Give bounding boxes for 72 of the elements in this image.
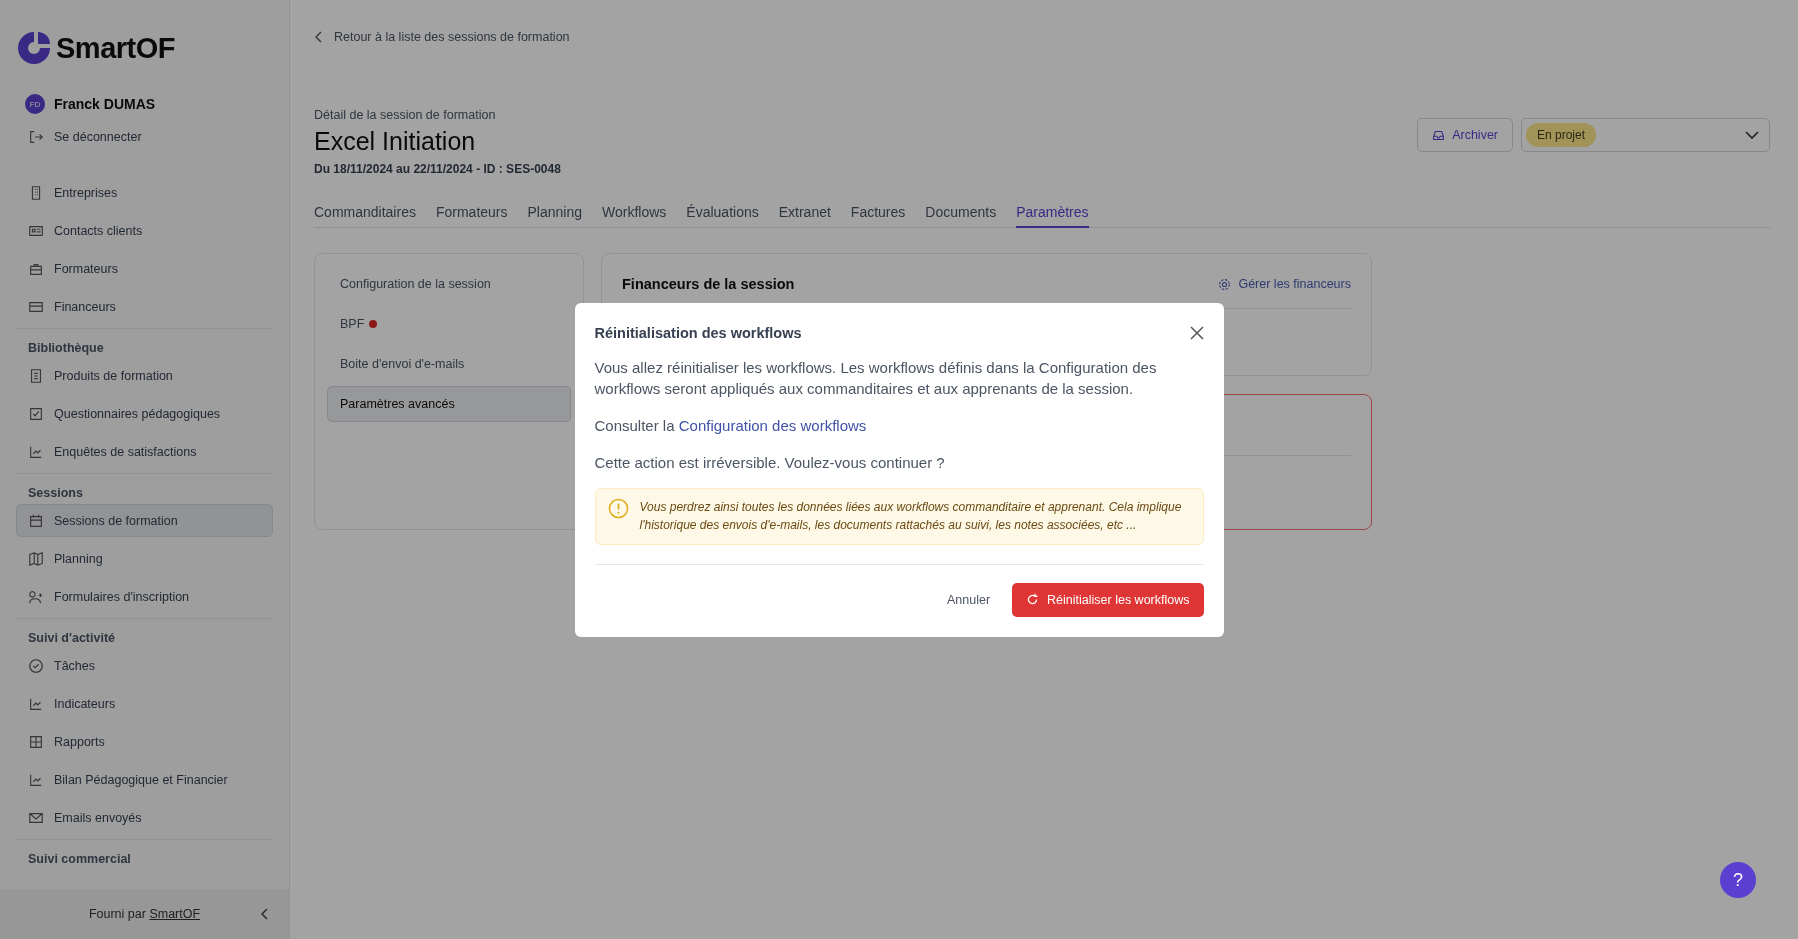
footer-text: Fourni par SmartOF xyxy=(88,907,201,921)
grid-icon xyxy=(28,733,44,750)
cancel-button[interactable]: Annuler xyxy=(941,584,997,615)
section-title: Suivi commercial xyxy=(27,851,132,868)
warning-text: Vous perdrez ainsi toutes les données liées aux workflows commanditaire et apprenant. Cela implique l'historique des envois d'e-mails, les documents rattachés au suivi, les notes associées, etc ... xyxy=(639,498,1183,534)
logout-link[interactable]: Se déconnecter xyxy=(16,120,273,153)
archive-button[interactable]: Archiver xyxy=(1417,118,1513,152)
modal-title: Réinitialisation des workflows xyxy=(594,324,802,341)
sidebar-item[interactable]: Indicateurs xyxy=(16,687,273,720)
card-title: Financeurs de la session xyxy=(622,276,795,292)
reset-workflows-button[interactable]: Réinitialiser les workflows xyxy=(1012,582,1204,617)
logo-icon xyxy=(16,30,52,66)
section-title: Sessions xyxy=(27,485,84,502)
sidebar-item[interactable]: Formateurs xyxy=(16,252,273,285)
sidebar-item[interactable]: Financeurs xyxy=(16,290,273,323)
tab[interactable]: Planning xyxy=(527,204,582,228)
tab[interactable]: Factures xyxy=(850,204,906,228)
sidebar-item[interactable]: Planning xyxy=(16,542,273,575)
settings-menu-item[interactable]: Paramètres avancés xyxy=(327,386,571,422)
checkbox-icon xyxy=(28,405,44,422)
manage-financeurs-link[interactable]: Gérer les financeurs xyxy=(1218,277,1351,291)
sidebar-item[interactable]: Emails envoyés xyxy=(16,801,273,834)
tab[interactable]: Extranet xyxy=(778,204,831,228)
sidebar-item[interactable]: Bilan Pédagogique et Financier xyxy=(16,763,273,796)
tab[interactable]: Workflows xyxy=(602,204,667,228)
close-icon[interactable] xyxy=(1189,325,1204,340)
map-icon xyxy=(28,550,44,567)
user-plus-icon xyxy=(28,588,44,605)
sidebar-item[interactable]: Enquêtes de satisfactions xyxy=(16,435,273,468)
modal-text: Vous allez réinitialiser les workflows. Les workflows définis dans la Configuration des workflows seront appliqués aux commanditaires et aux apprenants de la session. xyxy=(594,357,1158,399)
sidebar-item[interactable]: Rapports xyxy=(16,725,273,758)
settings-menu-item[interactable]: Configuration de la session xyxy=(327,266,571,302)
sidebar-item[interactable]: Sessions de formation xyxy=(16,504,273,537)
calendar-icon xyxy=(28,512,44,529)
sidebar-item[interactable]: Entreprises xyxy=(16,176,273,209)
footer-link[interactable]: SmartOF xyxy=(149,907,201,921)
sidebar-item[interactable]: Questionnaires pédagogiques xyxy=(16,397,273,430)
logo-text: SmartOF xyxy=(56,31,175,65)
help-button[interactable]: ? xyxy=(1720,862,1756,898)
inbox-icon xyxy=(1432,128,1446,142)
refresh-icon xyxy=(1026,593,1040,606)
status-dropdown[interactable]: En projet xyxy=(1521,118,1770,152)
consult-text: Consulter la Configuration des workflows xyxy=(594,415,868,436)
warning-icon xyxy=(607,497,629,519)
logout-icon xyxy=(28,128,44,145)
session-dates: Du 18/11/2024 au 22/11/2024 - ID : SES-0048 xyxy=(314,162,561,176)
sidebar-item[interactable]: Formulaires d'inscription xyxy=(16,580,273,613)
tab[interactable]: Formateurs xyxy=(435,204,508,228)
chevron-down-icon xyxy=(1745,130,1759,140)
page-subtitle: Détail de la session de formation xyxy=(314,108,497,122)
workflow-config-link[interactable]: Configuration des workflows xyxy=(678,416,867,434)
section-title: Suivi d'activité xyxy=(27,630,117,647)
settings-icon xyxy=(1218,277,1232,291)
tab[interactable]: Paramètres xyxy=(1016,204,1089,228)
avatar: FD xyxy=(25,94,45,114)
settings-menu-item[interactable]: Boite d'envoi d'e-mails xyxy=(327,346,571,382)
user-name: Franck DUMAS xyxy=(54,96,156,112)
status-badge: En projet xyxy=(1526,123,1597,147)
collapse-icon[interactable] xyxy=(259,907,271,921)
section-title: Bibliothèque xyxy=(27,340,105,357)
sidebar-item[interactable]: Produits de formation xyxy=(16,359,273,392)
back-link[interactable]: Retour à la liste des sessions de formation xyxy=(314,30,1770,44)
sidebar-item[interactable]: Tâches xyxy=(16,649,273,682)
settings-menu-item[interactable]: BPF xyxy=(327,306,571,342)
tab[interactable]: Documents xyxy=(925,204,997,228)
document-icon xyxy=(28,367,44,384)
page-title: Excel Initiation xyxy=(314,127,477,156)
tab[interactable]: Commanditaires xyxy=(314,204,416,228)
tab[interactable]: Évaluations xyxy=(686,204,759,228)
sidebar-item[interactable]: Contacts clients xyxy=(16,214,273,247)
chevron-left-icon xyxy=(314,31,324,43)
confirm-question: Cette action est irréversible. Voulez-vous continuer ? xyxy=(594,452,946,473)
